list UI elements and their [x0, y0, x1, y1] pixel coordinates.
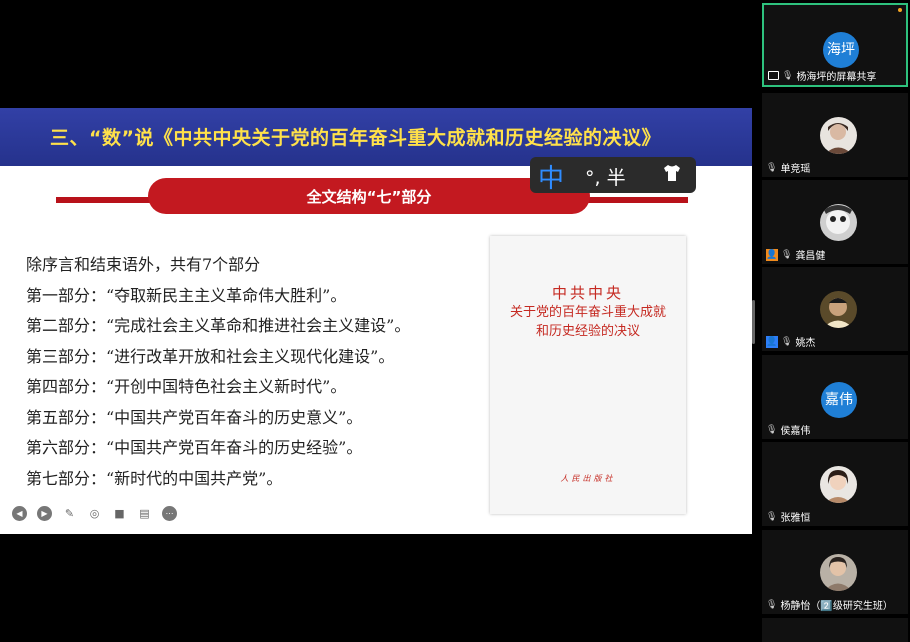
avatar: 嘉伟 — [821, 382, 857, 418]
screen-share-area: 三、“数”说《中共中央关于党的百年奋斗重大成就和历史经验的决议》 全文结构“七”… — [0, 0, 758, 642]
intro-line: 除序言和结束语外，共有7个部分 — [26, 255, 261, 274]
participant-tile[interactable]: 海坪 🎙 杨海坪的屏幕共享 — [762, 3, 908, 87]
mic-icon: 🎙 — [766, 599, 778, 610]
participant-photo — [820, 554, 857, 591]
book-title-line1: 中共中央 — [551, 284, 624, 302]
participant-tile[interactable]: 🎙 单竞瑶 — [762, 93, 908, 177]
part-one: 第一部分：“夺取新民主主义革命伟大胜利”。 — [26, 285, 347, 305]
camera-icon[interactable]: ■ — [112, 506, 127, 521]
shirt-icon[interactable] — [662, 163, 682, 187]
laser-icon[interactable]: ◎ — [87, 506, 102, 521]
ime-chinese-mode[interactable]: 中 — [538, 158, 564, 195]
subtitle-pill: 全文结构“七”部分 — [148, 178, 590, 214]
ime-punctuation-width[interactable]: °, 半 — [585, 163, 626, 190]
book-cover-image: 中共中央 关于党的百年奋斗重大成就 和历史经验的决议 人民出版社 — [490, 236, 686, 514]
panel-resize-handle[interactable] — [752, 300, 755, 344]
ime-status-bar[interactable]: 中 °, 半 — [530, 157, 696, 195]
book-title: 中共中央 关于党的百年奋斗重大成就 和历史经验的决议 — [490, 284, 686, 341]
participant-tile[interactable]: 🎙 杨静怡（2️⃣级研究生班） — [762, 530, 908, 614]
participant-photo — [820, 204, 857, 241]
book-title-line3: 和历史经验的决议 — [535, 324, 640, 339]
participant-tile[interactable]: 👤 🎙 龚昌健 — [762, 180, 908, 264]
participant-name: 🎙 侯嘉伟 — [766, 422, 811, 438]
mic-icon: 🎙 — [781, 336, 793, 347]
participant-name-text: 张雅恒 — [780, 513, 811, 524]
mic-icon: 🎙 — [766, 511, 778, 522]
slide-toolbar: ◀ ▶ ✎ ◎ ■ ▤ ⋯ — [12, 506, 177, 521]
participant-name-text: 单竞瑶 — [780, 164, 811, 175]
participant-name-text: 侯嘉伟 — [780, 426, 811, 437]
part-line: 第五部分：“中国共产党百年奋斗的历史意义”。 — [26, 407, 363, 427]
participant-name: 🎙 杨静怡（2️⃣级研究生班） — [766, 597, 893, 613]
participant-name: 👤 🎙 姚杰 — [766, 334, 815, 349]
avatar: 海坪 — [823, 32, 859, 68]
part-line: 第三部分：“进行改革开放和社会主义现代化建设”。 — [26, 346, 395, 366]
participant-name: 🎙 杨海坪的屏幕共享 — [768, 68, 876, 83]
slide-content: 除序言和结束语外，共有7个部分 第一部分：“夺取新民主主义革命伟大胜利”。 第二… — [26, 250, 410, 494]
participant-tile[interactable]: 嘉伟 🎙 侯嘉伟 — [762, 355, 908, 439]
slide-banner-title: 三、“数”说《中共中央关于党的百年奋斗重大成就和历史经验的决议》 — [50, 127, 661, 149]
book-title-line2: 关于党的百年奋斗重大成就 — [509, 305, 666, 320]
participant-tile[interactable]: 👤 🎙 姚杰 — [762, 267, 908, 351]
person-icon: 👤 — [766, 335, 778, 348]
status-dot — [898, 8, 902, 12]
participant-tile[interactable]: 🎙 张雅恒 — [762, 442, 908, 526]
next-icon[interactable]: ▶ — [37, 506, 52, 521]
participant-name-text: 龚昌健 — [795, 251, 826, 262]
book-publisher: 人民出版社 — [560, 474, 616, 483]
prev-icon[interactable]: ◀ — [12, 506, 27, 521]
participant-photo — [820, 291, 857, 328]
slide-subtitle: 全文结构“七”部分 — [306, 188, 432, 206]
participant-photo — [820, 117, 857, 154]
participant-name: 👤 🎙 龚昌健 — [766, 247, 825, 262]
mic-icon: 🎙 — [766, 424, 778, 435]
mic-icon: 🎙 — [782, 70, 794, 81]
participant-name: 🎙 单竞瑶 — [766, 160, 811, 176]
caption-icon[interactable]: ▤ — [137, 506, 152, 521]
part-line: 第六部分：“中国共产党百年奋斗的历史经验”。 — [26, 438, 363, 457]
part-line: 第一部分：“夺取新民主主义革命伟大胜利”。 — [26, 281, 410, 312]
participant-tile[interactable] — [762, 618, 908, 642]
participant-photo — [820, 466, 857, 503]
participant-name: 🎙 张雅恒 — [766, 509, 811, 525]
screen-share-icon — [768, 71, 779, 80]
participant-gallery: 海坪 🎙 杨海坪的屏幕共享 🎙 单竞瑶 👤 🎙 龚昌健 👤 🎙 姚杰 嘉伟 🎙 … — [760, 0, 910, 642]
participant-name-text: 姚杰 — [795, 338, 816, 349]
mic-icon: 🎙 — [766, 162, 778, 173]
part-line: 第七部分：“新时代的中国共产党”。 — [26, 468, 283, 488]
person-icon: 👤 — [766, 248, 778, 261]
part-line: 第四部分：“开创中国特色社会主义新时代”。 — [26, 377, 347, 396]
participant-name-text: 杨海坪的屏幕共享 — [796, 72, 877, 83]
more-icon[interactable]: ⋯ — [162, 506, 177, 521]
presentation-slide: 三、“数”说《中共中央关于党的百年奋斗重大成就和历史经验的决议》 全文结构“七”… — [0, 108, 752, 534]
pen-icon[interactable]: ✎ — [62, 506, 77, 521]
mic-icon: 🎙 — [781, 249, 793, 260]
part-line: 第二部分：“完成社会主义革命和推进社会主义建设”。 — [26, 316, 411, 335]
participant-name-text: 杨静怡（2️⃣级研究生班） — [780, 601, 893, 612]
